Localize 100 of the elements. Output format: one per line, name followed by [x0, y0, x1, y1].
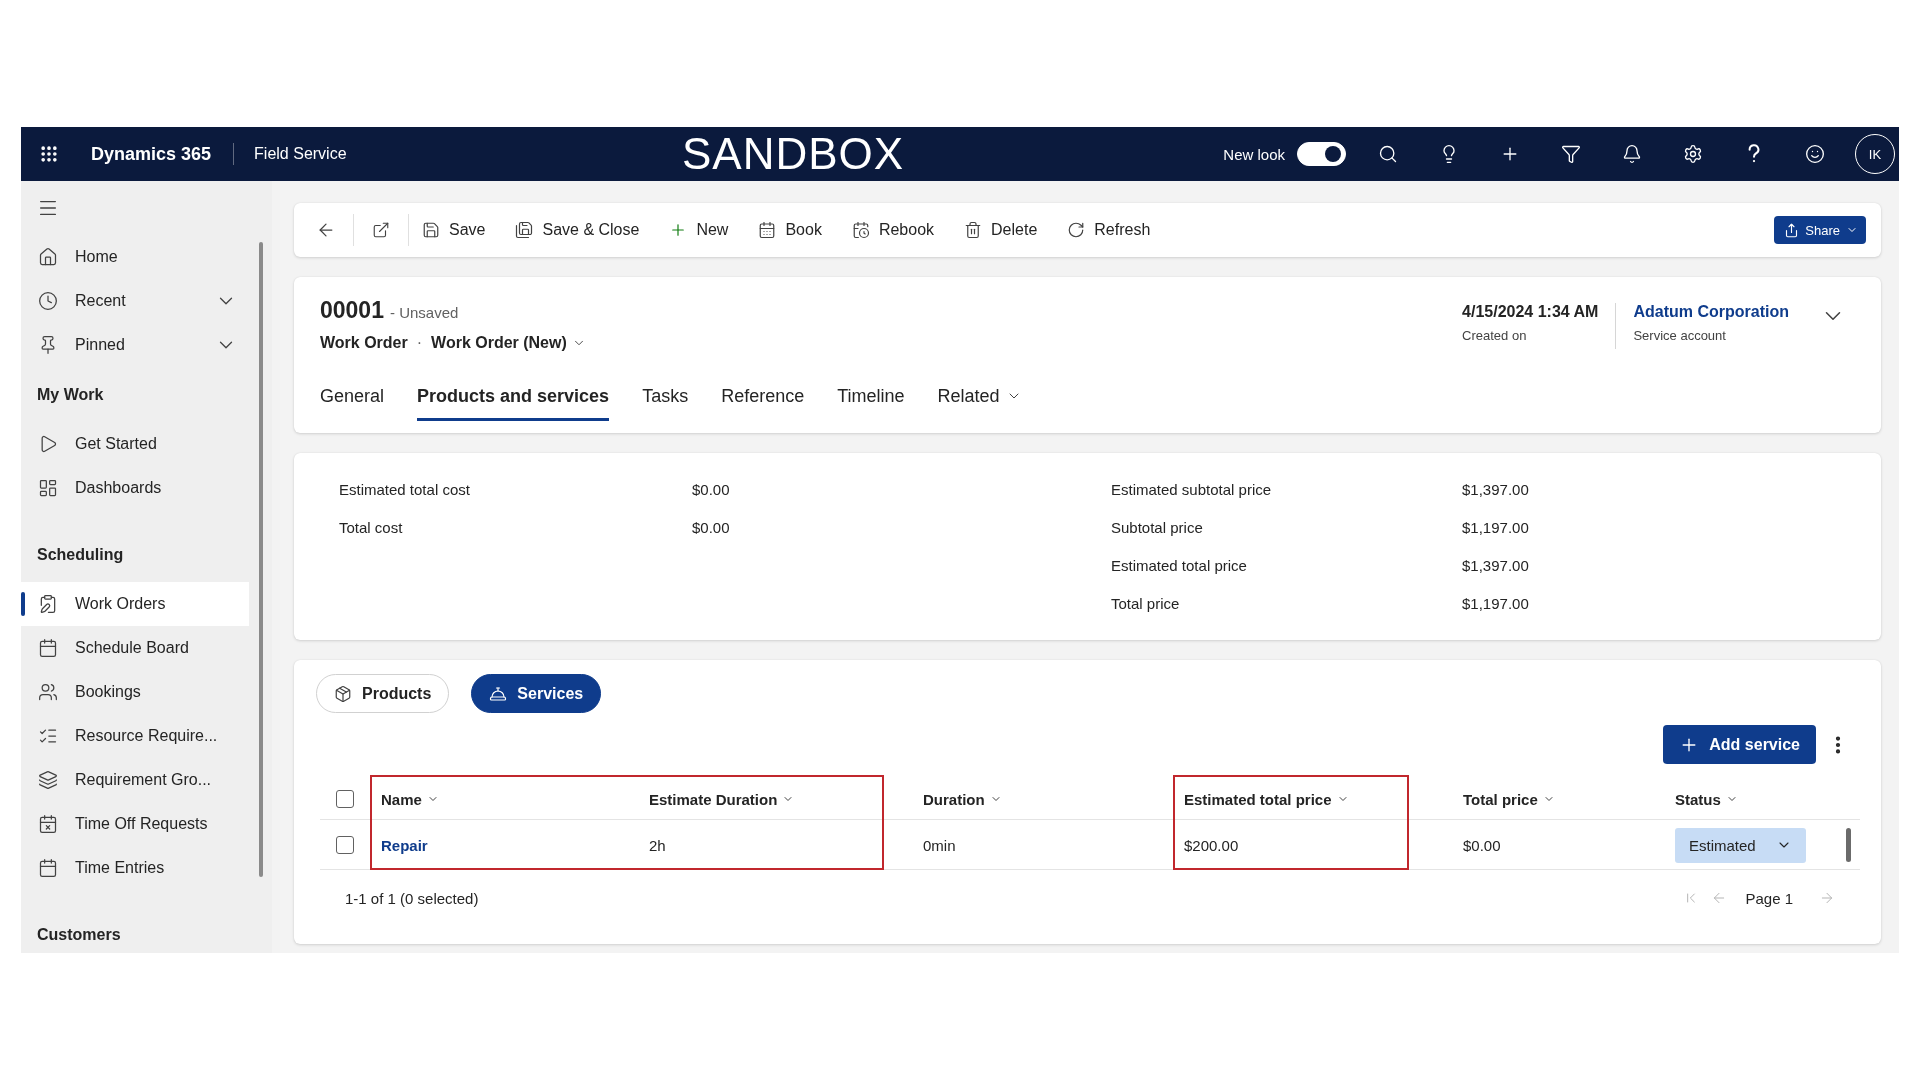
field-value: $0.00 [692, 518, 730, 536]
field-label: Total price [1111, 594, 1180, 612]
toolbar-button[interactable]: Refresh [1061, 212, 1157, 248]
tab[interactable]: Timeline [837, 378, 905, 421]
toolbar-button[interactable]: Delete [958, 212, 1044, 248]
record-number: 00001 [320, 297, 384, 324]
calendar-clock-icon [851, 221, 870, 239]
record-count: 1-1 of 1 (0 selected) [345, 889, 479, 907]
column-header[interactable]: Name [381, 790, 439, 808]
checkbox[interactable] [336, 790, 354, 808]
share-button[interactable]: Share [1774, 216, 1866, 244]
calendar-cross-icon [38, 814, 58, 834]
calendar-icon [38, 638, 58, 658]
box-icon [334, 684, 352, 703]
table-cell: $200.00 [1184, 836, 1239, 854]
field-label: Total cost [339, 518, 403, 536]
view-toggle[interactable]: Products [316, 674, 450, 713]
clipboard-icon [38, 594, 58, 614]
record-link[interactable]: Repair [381, 836, 428, 854]
refresh-icon [1067, 221, 1086, 239]
settings-icon[interactable] [1682, 144, 1703, 164]
environment-title: SANDBOX [682, 128, 905, 180]
save-status: - Unsaved [389, 304, 459, 321]
field-value: $0.00 [692, 480, 730, 498]
tab[interactable]: Products and services [417, 378, 610, 421]
clock-icon [38, 291, 58, 311]
external-link-icon[interactable] [372, 221, 390, 239]
nav-item[interactable]: Pinned [21, 323, 249, 367]
column-header[interactable]: Status [1675, 790, 1738, 808]
service-bell-icon [489, 684, 508, 703]
save-icon [422, 221, 440, 239]
tab[interactable]: General [320, 378, 385, 421]
scrollbar[interactable] [1845, 828, 1851, 862]
field-value: $1,397.00 [1462, 480, 1529, 498]
people-icon [38, 682, 58, 702]
nav-group-title: My Work [36, 385, 104, 405]
account-label: Service account [1633, 328, 1727, 343]
nav-item[interactable]: Home [21, 235, 249, 279]
layers-icon [38, 770, 58, 790]
table-cell: 0min [923, 836, 956, 854]
floppy-disks-icon [515, 221, 534, 239]
column-header[interactable]: Estimated total price [1184, 790, 1349, 808]
form-selector[interactable]: Work Order (New) [431, 334, 586, 352]
page-label: Page 1 [1745, 889, 1793, 907]
share-icon [1784, 222, 1800, 238]
tab[interactable]: Tasks [642, 378, 689, 421]
nav-item[interactable]: Get Started [21, 422, 249, 466]
filter-icon[interactable] [1560, 144, 1581, 164]
nav-item[interactable]: Schedule Board [21, 626, 249, 670]
smiley-icon[interactable] [1804, 144, 1825, 164]
column-header[interactable]: Total price [1463, 790, 1555, 808]
nav-item[interactable]: Resource Require... [21, 714, 249, 758]
new-look-label: New look [1223, 145, 1285, 163]
nav-item[interactable]: Time Entries [21, 846, 249, 890]
nav-item[interactable]: Bookings [21, 670, 249, 714]
created-on-label: Created on [1462, 328, 1528, 343]
toolbar-button[interactable]: Book [752, 212, 828, 248]
separator-dot: · [416, 334, 423, 352]
field-label: Estimated total price [1111, 556, 1247, 574]
field-value: $1,397.00 [1462, 556, 1529, 574]
entity-name: Work Order [320, 334, 408, 352]
home-icon [38, 247, 58, 267]
calendar-icon [758, 221, 777, 239]
app-launcher-icon[interactable] [39, 144, 59, 164]
app-name[interactable]: Dynamics 365 [91, 143, 212, 165]
checkbox[interactable] [336, 836, 354, 854]
nav-group-title: Scheduling [36, 545, 124, 565]
column-header[interactable]: Duration [923, 790, 1002, 808]
add-service-button[interactable]: Add service [1663, 725, 1816, 764]
search-icon[interactable] [1377, 144, 1398, 164]
field-value: $1,197.00 [1462, 518, 1529, 536]
column-header[interactable]: Estimate Duration [649, 790, 795, 808]
area-name: Field Service [254, 145, 347, 163]
tab[interactable]: Reference [721, 378, 805, 421]
nav-item[interactable]: Requirement Gro... [21, 758, 249, 802]
trash-icon [964, 221, 983, 239]
nav-item[interactable]: Dashboards [21, 466, 249, 510]
field-label: Estimated total cost [339, 480, 470, 498]
nav-group-title: Customers [36, 925, 121, 945]
created-on-value: 4/15/2024 1:34 AM [1462, 303, 1599, 321]
scrollbar[interactable] [258, 242, 263, 877]
bell-icon[interactable] [1621, 144, 1642, 164]
new-look-toggle[interactable] [1297, 142, 1346, 166]
field-label: Estimated subtotal price [1111, 480, 1272, 498]
status-dropdown[interactable]: Estimated [1675, 827, 1806, 863]
toolbar-button[interactable]: Rebook [845, 212, 941, 248]
toolbar-button[interactable]: Save & Close [509, 212, 646, 248]
tab[interactable]: Related [937, 378, 1022, 421]
field-label: Subtotal price [1111, 518, 1203, 536]
nav-item[interactable]: Work Orders [21, 582, 249, 626]
toolbar-button[interactable]: New [663, 212, 735, 248]
calendar-icon [38, 858, 58, 878]
view-toggle[interactable]: Services [471, 674, 602, 713]
account-link[interactable]: Adatum Corporation [1633, 303, 1789, 321]
dashboard-icon [38, 478, 58, 498]
table-cell: $0.00 [1463, 836, 1501, 854]
nav-item[interactable]: Time Off Requests [21, 802, 249, 846]
nav-item[interactable]: Recent [21, 279, 249, 323]
table-cell: 2h [649, 836, 666, 854]
toolbar-button[interactable]: Save [416, 212, 492, 248]
